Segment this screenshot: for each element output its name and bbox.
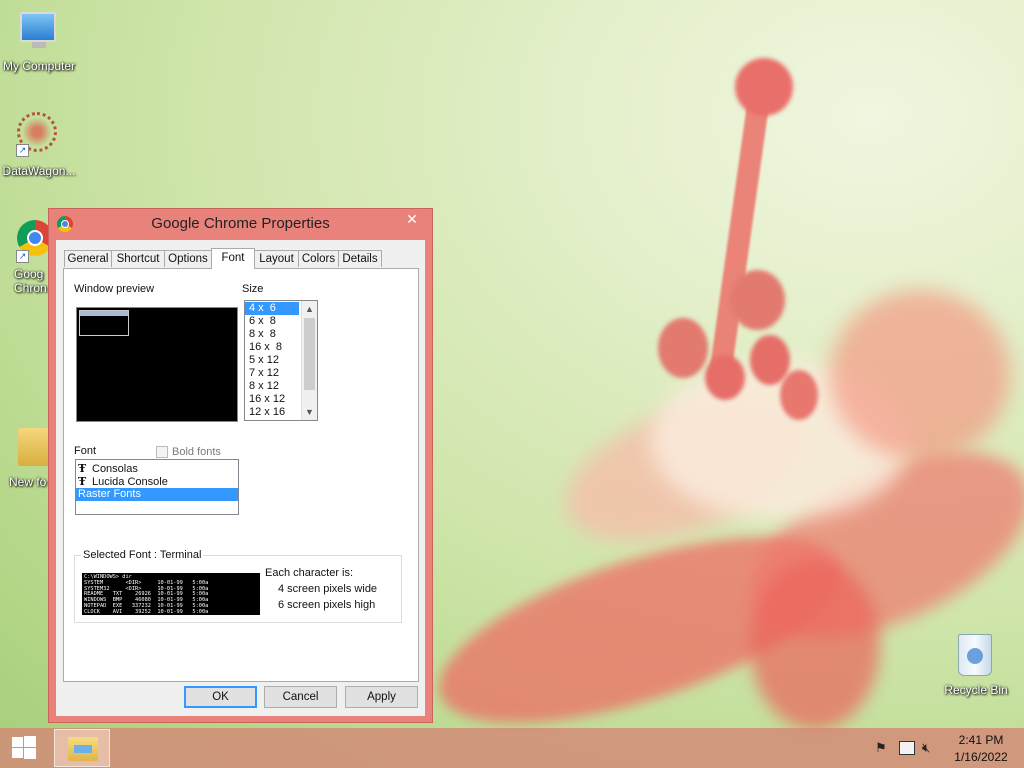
desktop-icon-recycle-bin[interactable]: Recycle Bin bbox=[940, 628, 1012, 700]
windows-logo-icon bbox=[12, 736, 36, 760]
pixels-wide-text: 4 screen pixels wide bbox=[278, 583, 378, 595]
close-button[interactable]: ✕ bbox=[398, 209, 426, 229]
taskbar: ⚑ 🔇︎ 2:41 PM 1/16/2022 bbox=[0, 728, 1024, 768]
cancel-button[interactable]: Cancel bbox=[264, 686, 337, 708]
desktop-icon-my-computer[interactable]: My Computer bbox=[0, 8, 78, 78]
selected-font-label: Selected Font : Terminal bbox=[81, 549, 204, 561]
shortcut-arrow-icon: ↗ bbox=[16, 250, 29, 263]
desktop-icon-new-folder[interactable]: New fo bbox=[0, 420, 50, 495]
font-option[interactable]: Ŧ Consolas bbox=[76, 462, 238, 475]
shortcut-arrow-icon: ↗ bbox=[16, 144, 29, 157]
bold-fonts-checkbox[interactable] bbox=[156, 446, 168, 458]
desktop-icon-label: Goog Chron bbox=[14, 267, 47, 295]
font-option[interactable]: Ŧ Lucida Console bbox=[76, 475, 238, 488]
action-center-flag-icon[interactable]: ⚑ bbox=[875, 740, 891, 756]
size-label: Size bbox=[242, 283, 264, 295]
network-icon[interactable] bbox=[899, 741, 915, 755]
size-listbox[interactable]: 4 x 6 6 x 8 8 x 8 16 x 8 5 x 12 7 x 12 8… bbox=[244, 300, 318, 421]
clock-time[interactable]: 2:41 PM bbox=[948, 733, 1014, 747]
desktop-icon-label: New fo bbox=[9, 475, 47, 489]
dialog-titlebar[interactable]: Google Chrome Properties ✕ bbox=[49, 209, 432, 239]
dialog-client: General Shortcut Options Font Layout Col… bbox=[56, 240, 425, 716]
font-label: Font bbox=[74, 445, 97, 457]
font-tab-panel: Window preview Size 4 x 6 6 x 8 8 x 8 16… bbox=[63, 268, 419, 682]
dialog-title: Google Chrome Properties bbox=[151, 215, 330, 232]
tab-layout[interactable]: Layout bbox=[254, 250, 299, 267]
desktop-icon-datawagon[interactable]: ↗ DataWagon... bbox=[0, 110, 78, 180]
start-button[interactable] bbox=[0, 728, 48, 768]
desktop-icon-label: My Computer bbox=[2, 59, 76, 73]
volume-muted-icon[interactable]: 🔇︎ bbox=[922, 739, 940, 757]
tab-shortcut[interactable]: Shortcut bbox=[111, 250, 165, 267]
pixels-high-text: 6 screen pixels high bbox=[278, 599, 376, 611]
desktop-icon-label: DataWagon... bbox=[2, 164, 76, 178]
ok-button[interactable]: OK bbox=[184, 686, 257, 708]
mini-window-preview bbox=[79, 310, 129, 336]
tab-general[interactable]: General bbox=[64, 250, 112, 267]
taskbar-file-explorer[interactable] bbox=[54, 729, 110, 767]
each-char-label: Each character is: bbox=[265, 567, 354, 579]
scroll-down-icon[interactable]: ▼ bbox=[302, 404, 317, 420]
apply-button[interactable]: Apply bbox=[345, 686, 418, 708]
tab-options[interactable]: Options bbox=[164, 250, 212, 267]
computer-icon bbox=[20, 12, 56, 42]
bold-fonts-label: Bold fonts bbox=[172, 446, 221, 458]
size-option[interactable]: 4 x 6 bbox=[245, 302, 299, 315]
tab-colors[interactable]: Colors bbox=[298, 250, 339, 267]
tab-details[interactable]: Details bbox=[338, 250, 382, 267]
selected-font-group: Selected Font : Terminal C:\WINDOWS> dir… bbox=[74, 549, 402, 623]
desktop-icon-google-chrome[interactable]: ↗ Goog Chron bbox=[0, 216, 53, 296]
clock-date[interactable]: 1/16/2022 bbox=[948, 750, 1014, 764]
window-preview-label: Window preview bbox=[74, 283, 155, 295]
scroll-thumb[interactable] bbox=[304, 318, 315, 390]
desktop-icon-label: Recycle Bin bbox=[944, 683, 1008, 697]
scroll-up-icon[interactable]: ▲ bbox=[302, 301, 317, 317]
size-scrollbar[interactable]: ▲ ▼ bbox=[301, 301, 317, 420]
truetype-icon: Ŧ bbox=[78, 462, 87, 475]
folder-icon bbox=[18, 428, 48, 466]
tab-font[interactable]: Font bbox=[211, 248, 255, 269]
font-option[interactable]: Raster Fonts bbox=[76, 488, 238, 501]
window-preview bbox=[76, 307, 238, 422]
truetype-icon: Ŧ bbox=[78, 475, 87, 488]
font-listbox[interactable]: Ŧ Consolas Ŧ Lucida Console Raster Fonts bbox=[75, 459, 239, 515]
properties-dialog: Google Chrome Properties ✕ General Short… bbox=[48, 208, 433, 723]
font-sample: C:\WINDOWS> dir SYSTEM <DIR> 10-01-99 5:… bbox=[82, 573, 260, 615]
